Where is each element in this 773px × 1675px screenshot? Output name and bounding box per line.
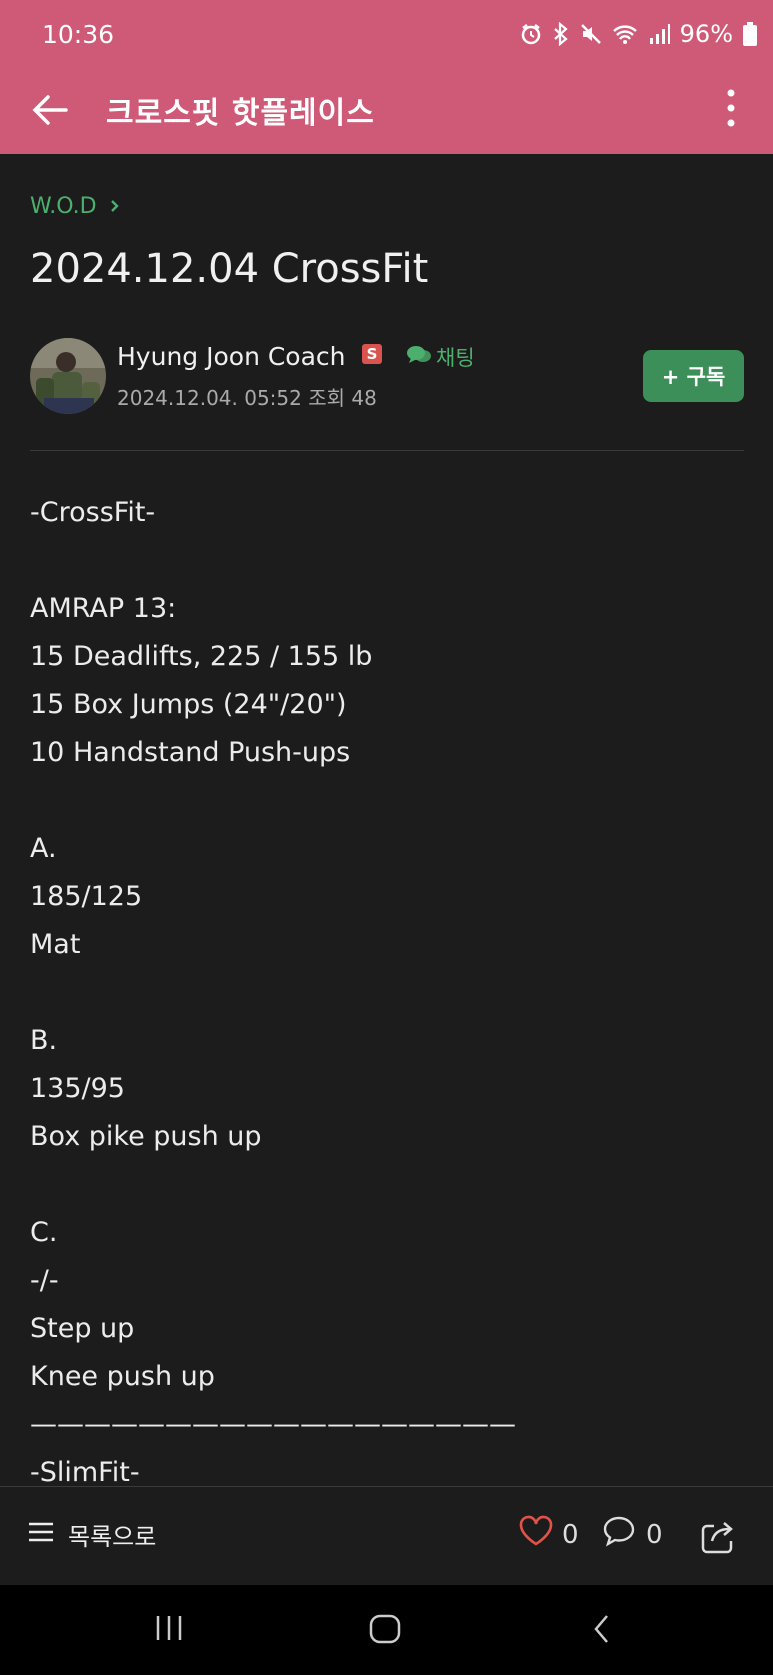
body-line: 15 Deadlifts, 225 / 155 lb (30, 641, 373, 672)
back-nav-icon[interactable] (590, 1613, 614, 1649)
battery-icon (743, 22, 757, 46)
body-line: 15 Box Jumps (24"/20") (30, 689, 347, 720)
body-line: Mat (30, 929, 81, 960)
app-bar: 크로스핏 핫플레이스 (0, 70, 773, 154)
chat-bubble-icon (406, 345, 432, 370)
status-bar: 10:36 96% (0, 0, 773, 70)
status-icons: 96% (520, 20, 757, 48)
comment-button[interactable]: 0 (602, 1515, 663, 1554)
comment-count: 0 (646, 1519, 663, 1550)
status-time: 10:36 (42, 20, 115, 49)
chat-button[interactable]: 채팅 (406, 342, 475, 372)
body-line: AMRAP 13: (30, 593, 177, 624)
battery-percent: 96% (679, 20, 733, 48)
comment-bubble-icon (602, 1515, 636, 1554)
bottom-action-bar: 목록으로 0 0 (0, 1486, 773, 1586)
system-navigation-bar (0, 1585, 773, 1675)
body-line (30, 1161, 516, 1209)
heart-icon (518, 1515, 554, 1554)
staff-badge: S (362, 344, 382, 364)
body-line (30, 537, 516, 585)
like-button[interactable]: 0 (518, 1515, 579, 1554)
body-line: Knee push up (30, 1361, 215, 1392)
body-line: 135/95 (30, 1073, 125, 1104)
body-line: -CrossFit- (30, 497, 156, 528)
avatar[interactable] (30, 338, 106, 414)
signal-icon (648, 23, 670, 45)
body-line: -/- (30, 1265, 59, 1296)
body-line: —————————————————— (30, 1409, 516, 1440)
back-to-list-button[interactable]: 목록으로 (28, 1517, 156, 1552)
like-count: 0 (562, 1519, 579, 1550)
bluetooth-icon (552, 22, 570, 46)
subscribe-button[interactable]: + 구독 (643, 350, 744, 402)
body-line: C. (30, 1217, 58, 1248)
more-options-icon[interactable] (719, 86, 743, 132)
chat-label: 채팅 (436, 346, 475, 370)
body-line (30, 969, 516, 1017)
breadcrumb[interactable]: W.O.D (30, 194, 120, 219)
body-line: 10 Handstand Push-ups (30, 737, 351, 768)
app-title: 크로스핏 핫플레이스 (106, 96, 375, 131)
body-line (30, 777, 516, 825)
mute-icon (580, 23, 602, 45)
chevron-right-icon (110, 194, 120, 219)
back-arrow-icon[interactable] (28, 88, 72, 132)
recent-apps-icon[interactable] (152, 1613, 186, 1647)
list-label: 목록으로 (68, 1523, 157, 1551)
menu-lines-icon (28, 1521, 54, 1549)
post-meta: 2024.12.04. 05:52 조회 48 (117, 386, 377, 410)
author-name[interactable]: Hyung Joon Coach (117, 342, 346, 371)
post-content: W.O.D 2024.12.04 CrossFit Hyung Joon Coa… (0, 154, 773, 1486)
body-line: Box pike push up (30, 1121, 262, 1152)
body-line: B. (30, 1025, 58, 1056)
post-body: -CrossFit- AMRAP 13: 15 Deadlifts, 225 /… (30, 489, 516, 1486)
alarm-icon (520, 23, 542, 45)
body-line: 185/125 (30, 881, 143, 912)
body-line: Step up (30, 1313, 135, 1344)
post-title: 2024.12.04 CrossFit (30, 246, 429, 292)
body-line: -SlimFit- (30, 1457, 140, 1486)
breadcrumb-label: W.O.D (30, 194, 97, 219)
share-icon[interactable] (700, 1517, 738, 1555)
wifi-icon (612, 23, 638, 45)
divider (30, 450, 744, 451)
body-line: A. (30, 833, 57, 864)
home-icon[interactable] (368, 1613, 402, 1649)
